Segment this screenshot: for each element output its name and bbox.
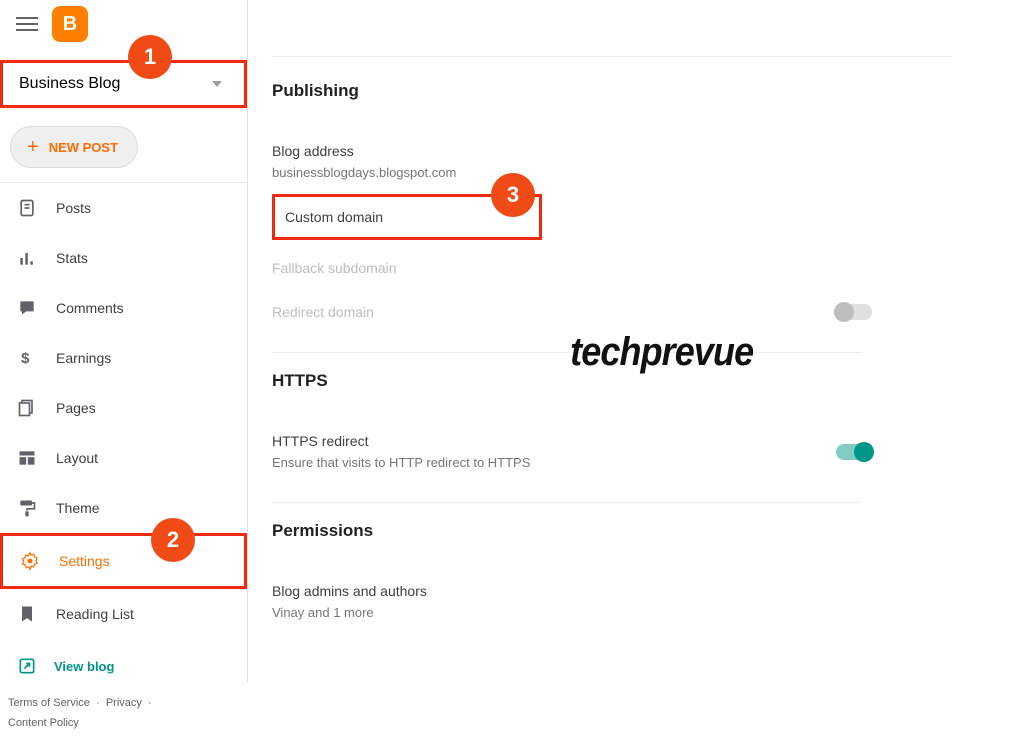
annotation-badge-3: 3 xyxy=(491,173,535,217)
redirect-domain-label: Redirect domain xyxy=(272,304,374,320)
terms-link[interactable]: Terms of Service xyxy=(8,697,90,709)
sidebar-item-settings[interactable]: Settings 2 xyxy=(0,533,247,589)
https-redirect-description: Ensure that visits to HTTP redirect to H… xyxy=(272,455,530,470)
layout-icon xyxy=(16,447,38,469)
svg-text:$: $ xyxy=(21,350,30,367)
sidebar-item-posts[interactable]: Posts xyxy=(0,183,247,233)
sidebar-item-label: Theme xyxy=(56,500,100,516)
external-link-icon xyxy=(16,655,38,677)
blog-admins-row[interactable]: Blog admins and authors Vinay and 1 more xyxy=(272,569,872,634)
privacy-link[interactable]: Privacy xyxy=(106,697,142,709)
sidebar-item-label: Settings xyxy=(59,553,110,569)
content-policy-link[interactable]: Content Policy xyxy=(8,717,79,729)
chevron-down-icon xyxy=(212,81,222,87)
plus-icon: + xyxy=(27,137,39,157)
sidebar-item-reading-list[interactable]: Reading List xyxy=(0,589,247,639)
permissions-section-title: Permissions xyxy=(272,521,872,541)
https-redirect-label: HTTPS redirect xyxy=(272,433,530,449)
redirect-domain-row: Redirect domain xyxy=(272,290,872,334)
sidebar-item-label: Layout xyxy=(56,450,98,466)
sidebar-item-comments[interactable]: Comments xyxy=(0,283,247,333)
custom-domain-row[interactable]: 3 Custom domain xyxy=(272,194,542,240)
pages-icon xyxy=(16,397,38,419)
bookmark-icon xyxy=(16,603,38,625)
sidebar-item-layout[interactable]: Layout xyxy=(0,433,247,483)
custom-domain-label: Custom domain xyxy=(285,209,529,225)
view-blog-label: View blog xyxy=(54,659,114,674)
sidebar-item-label: Posts xyxy=(56,200,91,216)
publishing-section-title: Publishing xyxy=(272,81,872,101)
new-post-button[interactable]: + NEW POST xyxy=(10,126,138,168)
annotation-badge-2: 2 xyxy=(151,518,195,562)
sidebar-item-label: Earnings xyxy=(56,350,111,366)
https-redirect-row[interactable]: HTTPS redirect Ensure that visits to HTT… xyxy=(272,419,872,484)
comment-icon xyxy=(16,297,38,319)
gear-icon xyxy=(19,550,41,572)
blog-address-label: Blog address xyxy=(272,143,872,159)
https-redirect-toggle[interactable] xyxy=(836,444,872,460)
blog-admins-value: Vinay and 1 more xyxy=(272,605,872,620)
paint-roller-icon xyxy=(16,497,38,519)
sidebar-item-label: Reading List xyxy=(56,606,134,622)
bar-chart-icon xyxy=(16,247,38,269)
footer-links: Terms of Service · Privacy · Content Pol… xyxy=(0,687,247,737)
redirect-domain-toggle xyxy=(836,304,872,320)
sidebar-item-earnings[interactable]: $ Earnings xyxy=(0,333,247,383)
blog-address-row[interactable]: Blog address businessblogdays.blogspot.c… xyxy=(272,129,872,194)
sidebar-item-theme[interactable]: Theme xyxy=(0,483,247,533)
view-blog-link[interactable]: View blog xyxy=(0,645,247,687)
selected-blog-name: Business Blog xyxy=(19,75,120,93)
sidebar-item-pages[interactable]: Pages xyxy=(0,383,247,433)
dollar-icon: $ xyxy=(16,347,38,369)
watermark: techprevue xyxy=(570,330,753,375)
sidebar-item-label: Stats xyxy=(56,250,88,266)
sidebar-item-label: Pages xyxy=(56,400,96,416)
blog-selector-dropdown[interactable]: Business Blog xyxy=(0,60,247,108)
annotation-badge-1: 1 xyxy=(128,35,172,79)
new-post-label: NEW POST xyxy=(49,140,118,155)
fallback-subdomain-label: Fallback subdomain xyxy=(272,260,872,276)
fallback-subdomain-row: Fallback subdomain xyxy=(272,246,872,290)
sidebar-item-label: Comments xyxy=(56,300,124,316)
document-icon xyxy=(16,197,38,219)
sidebar: 1 Business Blog + NEW POST Posts Stats C… xyxy=(0,0,248,682)
blog-admins-label: Blog admins and authors xyxy=(272,583,872,599)
blog-address-value: businessblogdays.blogspot.com xyxy=(272,165,872,180)
sidebar-item-stats[interactable]: Stats xyxy=(0,233,247,283)
